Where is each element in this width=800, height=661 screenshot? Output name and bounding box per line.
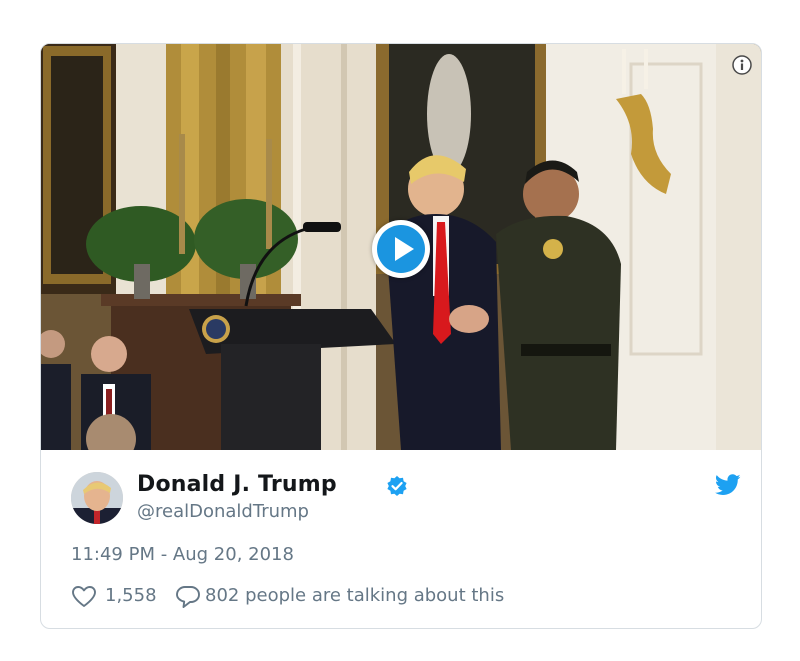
heart-icon: [72, 586, 96, 607]
twitter-bird-icon[interactable]: [715, 474, 741, 496]
tweet-timestamp[interactable]: 11:49 PM - Aug 20, 2018: [71, 544, 294, 565]
avatar-image: [71, 472, 123, 524]
like-button[interactable]: 1,558: [71, 584, 163, 610]
author-name[interactable]: Donald J. Trump: [137, 472, 337, 497]
tweet-author-header: Donald J. Trump @realDonaldTrump: [71, 472, 741, 528]
info-button[interactable]: [731, 54, 753, 76]
info-icon: [732, 55, 752, 75]
conversation-text: 802 people are talking about this: [205, 585, 505, 606]
video-thumbnail[interactable]: [41, 44, 761, 450]
avatar[interactable]: [71, 472, 123, 524]
verified-badge-icon: [387, 476, 407, 496]
conversation-link[interactable]: 802 people are talking about this: [175, 584, 555, 610]
tweet-embed-card[interactable]: Donald J. Trump @realDonaldTrump 11:49 P…: [40, 43, 762, 629]
author-handle[interactable]: @realDonaldTrump: [137, 501, 309, 522]
play-video-button[interactable]: [372, 220, 430, 278]
play-icon: [395, 237, 414, 261]
likes-count: 1,558: [105, 585, 157, 606]
speech-bubble-icon: [176, 586, 200, 608]
